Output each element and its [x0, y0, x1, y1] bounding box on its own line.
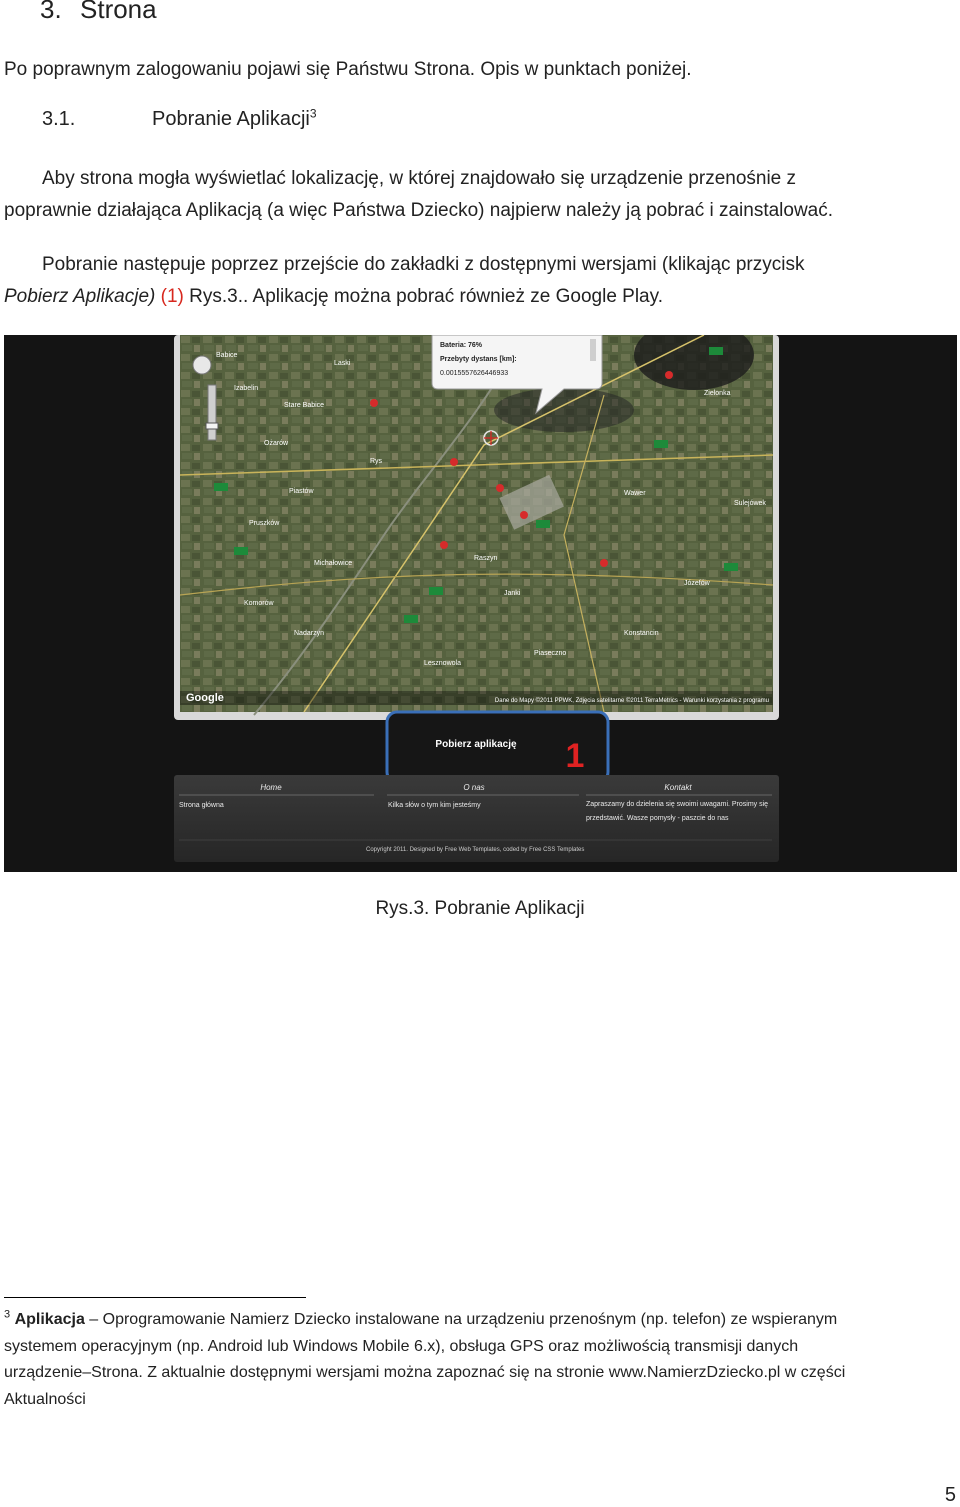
footnote-line1: 3 Aplikacja – Oprogramowanie Namierz Dzi…: [4, 1307, 949, 1334]
location-marker: [483, 430, 499, 446]
google-logo: Google: [186, 692, 224, 704]
map-label: Raszyn: [474, 555, 497, 562]
map-label: Pruszków: [249, 520, 280, 527]
footnote-separator: [4, 1297, 306, 1298]
map-attribution: Dane do Mapy ©2011 PPWK, Zdjęcia satelit…: [495, 697, 769, 704]
map-label: Nadarzyn: [294, 630, 324, 637]
para1-line1: Aby strona mogła wyświetlać lokalizację,…: [42, 168, 797, 189]
footnote-line3: urządzenie–Strona. Z aktualnie dostępnym…: [4, 1364, 846, 1381]
footnote-term: Aplikacja: [14, 1311, 85, 1328]
subsection-heading: 3.1. Pobranie Aplikacji3: [42, 106, 317, 131]
subsection-number: 3.1.: [42, 108, 76, 130]
footer-home-heading[interactable]: Home: [260, 783, 282, 792]
map-label: Janki: [504, 590, 521, 597]
callout-number: 1: [566, 737, 585, 775]
para2-rest: Rys.3.. Aplikację można pobrać również z…: [183, 286, 663, 307]
footer-kontakt-text: Zapraszamy do dzielenia się swoimi uwaga…: [586, 801, 769, 822]
footnote-text1: – Oprogramowanie Namierz Dziecko instalo…: [84, 1311, 838, 1328]
map-label: Komorów: [244, 600, 275, 607]
para1-line2: poprawnie działająca Aplikacją (a więc P…: [4, 200, 834, 221]
footer-onas-text: Kilka słów o tym kim jesteśmy: [388, 802, 481, 809]
footnote-line2: systemem operacyjnym (np. Android lub Wi…: [4, 1337, 799, 1355]
pobierz-aplikacje-italic: Pobierz Aplikacje): [4, 286, 156, 307]
footnote-number: 3: [4, 1308, 11, 1321]
footnote: 3 Aplikacja – Oprogramowanie Namierz Dzi…: [4, 1307, 949, 1413]
page-number: 5: [944, 1484, 956, 1506]
footer-home-text: Strona główna: [179, 802, 224, 809]
section-title: Strona: [80, 0, 157, 24]
figure-caption: Rys.3. Pobranie Aplikacji: [375, 898, 585, 919]
map-label: Józefów: [684, 580, 711, 587]
para2-line2: Pobierz Aplikacje) (1) Rys.3.. Aplikację…: [4, 282, 663, 311]
footnote-line4: Aktualności: [4, 1390, 86, 1408]
map-label: Michałowice: [314, 560, 352, 567]
map-label: Konstancin: [624, 630, 659, 637]
map-label: Izabelin: [234, 385, 258, 392]
footer-onas-heading[interactable]: O nas: [463, 783, 484, 792]
figure-screenshot: Babice Laski Izabelin Stare Babice Ożaró…: [4, 335, 957, 872]
section-heading: 3. Strona: [40, 0, 157, 25]
map-label: Piastów: [289, 488, 314, 495]
marker-1: (1): [160, 286, 184, 307]
popup-distance-label: Przebyty dystans [km]:: [440, 356, 517, 363]
map-label: Stare Babice: [284, 402, 324, 409]
para2-line1: Pobranie następuje poprzez przejście do …: [42, 254, 805, 275]
map-label: Piaseczno: [534, 650, 566, 657]
footnote-ref: 3: [309, 106, 317, 121]
footer-kontakt-heading[interactable]: Kontakt: [664, 783, 692, 792]
pobierz-aplikacje-button[interactable]: Pobierz aplikację: [435, 739, 517, 750]
download-button-callout: Pobierz aplikację 1: [385, 710, 610, 784]
footer-copyright: Copyright 2011. Designed by Free Web Tem…: [366, 847, 584, 853]
map-label: Zielonka: [704, 390, 731, 397]
map-label: Rys: [370, 458, 383, 465]
map-label: Wawer: [624, 490, 646, 497]
map-label: Babice: [216, 352, 238, 359]
subsection-title: Pobranie Aplikacji: [152, 108, 310, 130]
map-label: Sulejówek: [734, 500, 766, 507]
popup-battery: Bateria: 76%: [440, 342, 483, 349]
popup-distance-value: 0.0015557626446933: [440, 370, 508, 377]
intro-paragraph: Po poprawnym zalogowaniu pojawi się Pańs…: [4, 59, 692, 80]
map-label: Lesznowola: [424, 660, 461, 667]
section-number: 3.: [40, 0, 62, 24]
map-label: Laski: [334, 360, 351, 367]
map-label: Ożarów: [264, 440, 289, 447]
